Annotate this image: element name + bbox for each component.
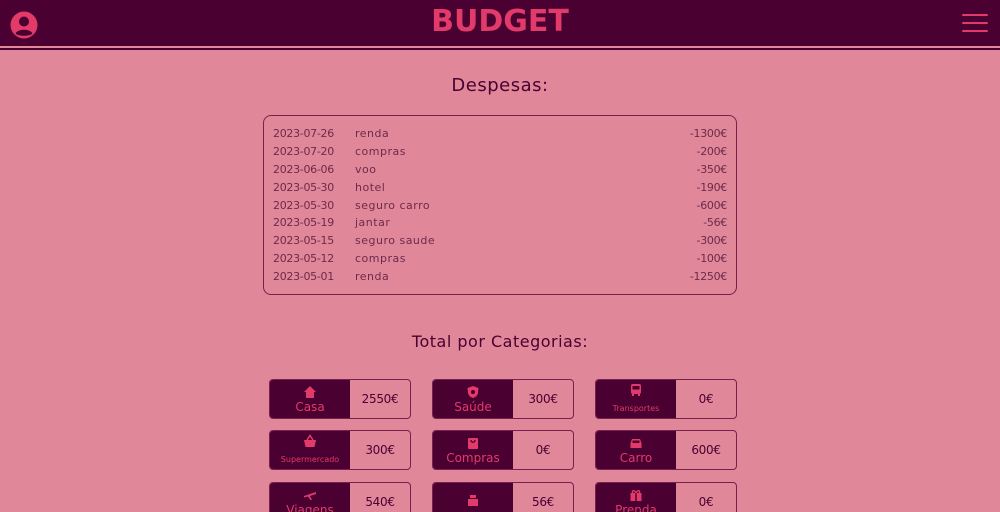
expense-description: hotel (355, 180, 386, 194)
category-total: 56€ (531, 495, 554, 509)
expense-date: 2023-06-06 (273, 162, 334, 176)
expense-row[interactable]: 2023-07-20 compras -200€ (273, 143, 727, 161)
app-title: BUDGET (431, 4, 569, 39)
expense-amount: -1250€ (689, 269, 727, 283)
expense-date: 2023-05-30 (273, 180, 334, 194)
expense-date: 2023-05-15 (273, 234, 334, 248)
category-card-restaurante[interactable]: 56€ (432, 482, 574, 512)
category-name: Supermercado (280, 455, 340, 464)
expense-description: compras (355, 251, 406, 265)
expense-date: 2023-05-19 (273, 216, 334, 230)
expense-amount: -350€ (696, 162, 728, 176)
expense-amount: -56€ (703, 216, 727, 230)
category-total: 600€ (691, 443, 721, 457)
category-card-prenda[interactable]: Prenda 0€ (595, 482, 737, 512)
house-icon (304, 385, 316, 398)
categories-title: Total por Categorias: (411, 332, 589, 351)
shopping-bag-icon (468, 437, 478, 449)
category-total: 0€ (698, 392, 714, 406)
expense-row[interactable]: 2023-05-30 hotel -190€ (273, 178, 727, 196)
category-name: Viagens (286, 502, 334, 512)
category-name: Saúde (454, 399, 492, 414)
expenses-title: Despesas: (451, 75, 549, 96)
expense-row[interactable]: 2023-05-19 jantar -56€ (273, 214, 727, 232)
basket-icon (304, 434, 316, 447)
category-total: 0€ (535, 443, 551, 457)
bus-icon (631, 384, 641, 396)
category-card-saude[interactable]: Saúde 300€ (432, 379, 574, 419)
category-total: 0€ (698, 495, 714, 509)
restaurant-icon (468, 494, 478, 506)
expenses-list: 2023-07-26 renda -1300€ 2023-07-20 compr… (263, 115, 737, 295)
expense-date: 2023-05-01 (273, 269, 334, 283)
expense-description: compras (355, 145, 406, 159)
expense-amount: -300€ (696, 234, 728, 248)
expense-description: voo (355, 162, 377, 176)
category-total: 2550€ (361, 392, 399, 406)
expense-date: 2023-07-20 (273, 145, 334, 159)
expense-amount: -100€ (696, 251, 728, 265)
gift-icon (630, 489, 642, 501)
expense-date: 2023-05-12 (273, 251, 334, 265)
expense-amount: -190€ (696, 180, 728, 194)
expense-description: seguro saude (355, 234, 436, 248)
expense-description: renda (355, 127, 390, 141)
category-name: Carro (619, 450, 653, 465)
expense-description: seguro carro (355, 198, 431, 212)
category-card-casa[interactable]: Casa 2550€ (269, 379, 411, 419)
expense-date: 2023-05-30 (273, 198, 334, 212)
category-card-compras[interactable]: Compras 0€ (432, 430, 574, 470)
expense-date: 2023-07-26 (273, 127, 334, 141)
category-total: 300€ (528, 392, 558, 406)
car-icon (630, 438, 642, 448)
category-name: Compras (446, 450, 500, 465)
expense-amount: -1300€ (689, 127, 727, 141)
expense-description: jantar (355, 216, 391, 230)
category-total: 300€ (365, 443, 395, 457)
expense-row[interactable]: 2023-05-12 compras -100€ (273, 250, 727, 268)
plane-icon (304, 491, 316, 500)
category-card-viagens[interactable]: Viagens 540€ (269, 482, 411, 512)
category-name: Transportes (612, 404, 660, 413)
expense-row[interactable]: 2023-06-06 voo -350€ (273, 161, 727, 179)
expense-row[interactable]: 2023-05-30 seguro carro -600€ (273, 196, 727, 214)
category-card-carro[interactable]: Carro 600€ (595, 430, 737, 470)
expense-amount: -600€ (696, 198, 728, 212)
expense-row[interactable]: 2023-05-01 renda -1250€ (273, 267, 727, 285)
expense-row[interactable]: 2023-05-15 seguro saude -300€ (273, 232, 727, 250)
category-card-transportes[interactable]: Transportes 0€ (595, 379, 737, 419)
health-shield-icon (467, 385, 479, 398)
category-name: Prenda (615, 502, 657, 512)
expense-amount: -200€ (696, 145, 728, 159)
category-card-supermercado[interactable]: Supermercado 300€ (269, 430, 411, 470)
expense-description: renda (355, 269, 390, 283)
header-divider (0, 48, 1000, 50)
hamburger-menu-icon[interactable] (962, 14, 988, 36)
category-name: Casa (295, 399, 325, 414)
expense-row[interactable]: 2023-07-26 renda -1300€ (273, 125, 727, 143)
category-total: 540€ (365, 495, 395, 509)
